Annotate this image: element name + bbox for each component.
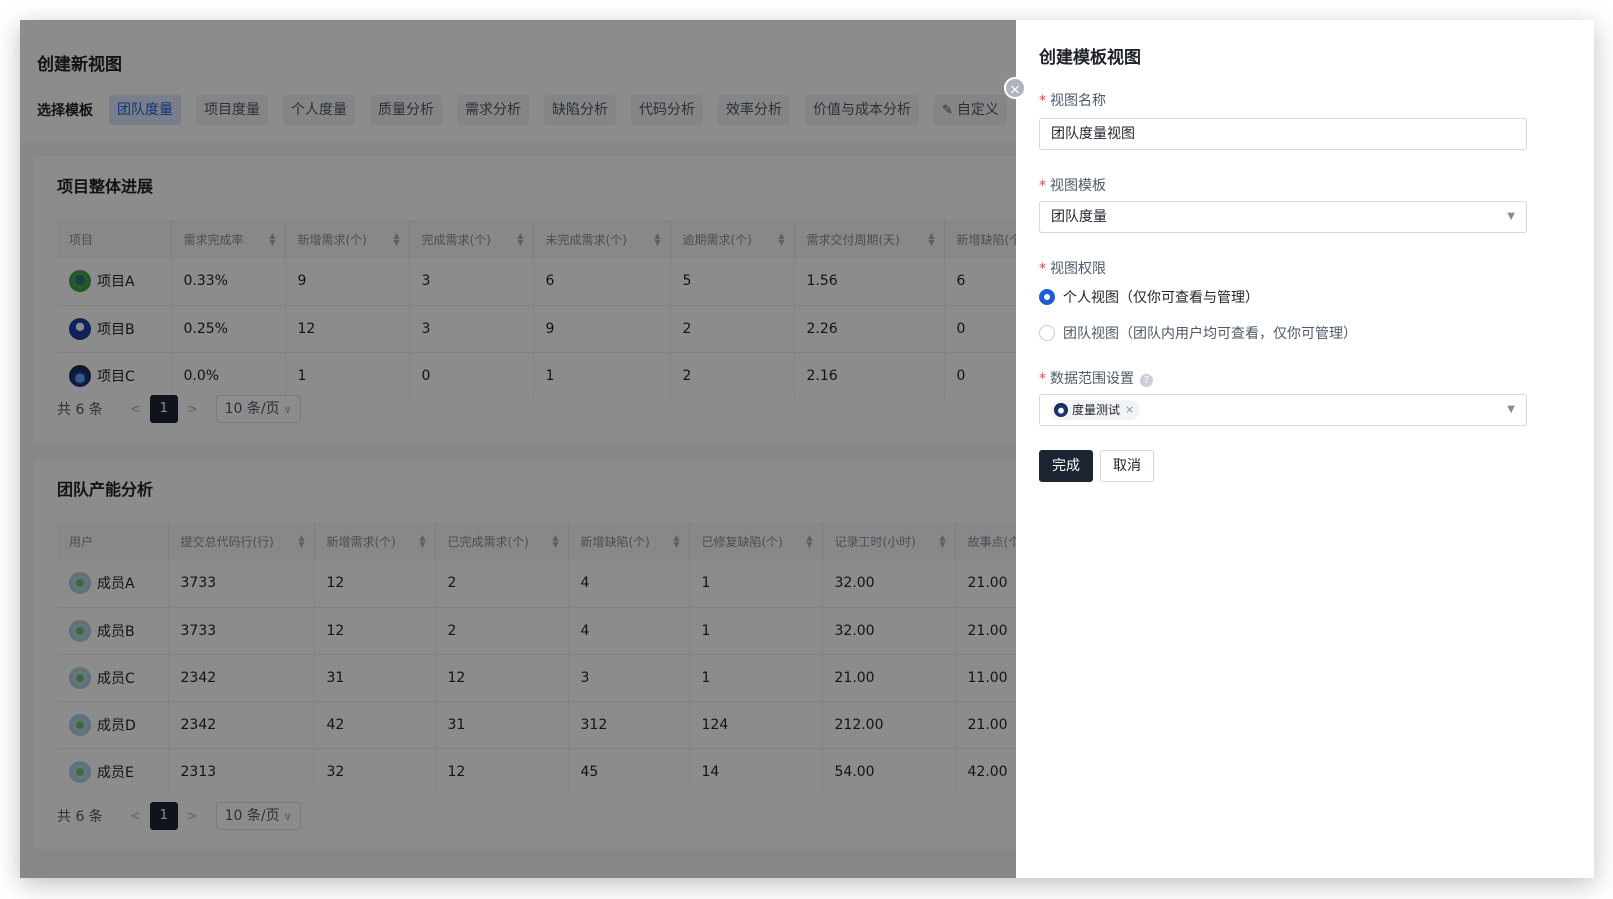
required-mark: * bbox=[1039, 261, 1046, 277]
permission-option-label: 团队视图（团队内用户均可查看，仅你可管理） bbox=[1063, 326, 1357, 342]
permission-option-label: 个人视图（仅你可查看与管理） bbox=[1063, 290, 1259, 306]
view-template-label: * 视图模板 bbox=[1039, 178, 1106, 194]
radio-unchecked[interactable] bbox=[1039, 325, 1055, 341]
tag-close-icon[interactable]: × bbox=[1125, 395, 1134, 425]
tag-avatar bbox=[1054, 403, 1068, 417]
cancel-button[interactable]: 取消 bbox=[1100, 450, 1154, 482]
permission-option-team[interactable]: 团队视图（团队内用户均可查看，仅你可管理） bbox=[1039, 323, 1357, 343]
required-mark: * bbox=[1039, 178, 1046, 194]
data-scope-tag: 度量测试 × bbox=[1051, 400, 1141, 420]
permission-option-personal[interactable]: 个人视图（仅你可查看与管理） bbox=[1039, 287, 1259, 307]
view-template-select[interactable]: 团队度量 ▼ bbox=[1039, 201, 1527, 233]
view-name-input[interactable]: 团队度量视图 bbox=[1039, 118, 1527, 150]
done-button[interactable]: 完成 bbox=[1039, 450, 1093, 482]
view-name-value: 团队度量视图 bbox=[1051, 126, 1135, 142]
modal-mask[interactable] bbox=[20, 20, 1016, 878]
required-mark: * bbox=[1039, 371, 1046, 387]
tag-label: 度量测试 bbox=[1072, 403, 1121, 417]
app-window: 创建新视图 选择模板 团队度量 项目度量 个人度量 质量分析 需求分析 缺陷分析… bbox=[20, 20, 1594, 878]
view-name-label: * 视图名称 bbox=[1039, 93, 1106, 109]
caret-down-icon: ▼ bbox=[1507, 211, 1515, 222]
view-permission-label: * 视图权限 bbox=[1039, 261, 1106, 277]
drawer-title: 创建模板视图 bbox=[1039, 48, 1141, 68]
required-mark: * bbox=[1039, 93, 1046, 109]
data-scope-label: * 数据范围设置? bbox=[1039, 368, 1153, 388]
radio-checked[interactable] bbox=[1039, 289, 1055, 305]
data-scope-select[interactable]: 度量测试 × ▼ bbox=[1039, 394, 1527, 426]
close-icon[interactable]: × bbox=[1004, 77, 1026, 99]
view-template-value: 团队度量 bbox=[1051, 209, 1107, 225]
caret-down-icon: ▼ bbox=[1507, 404, 1515, 415]
help-icon[interactable]: ? bbox=[1140, 374, 1153, 387]
create-view-drawer: 创建模板视图 * 视图名称 团队度量视图 * 视图模板 团队度量 ▼ * 视图权限 个人… bbox=[1016, 20, 1594, 878]
